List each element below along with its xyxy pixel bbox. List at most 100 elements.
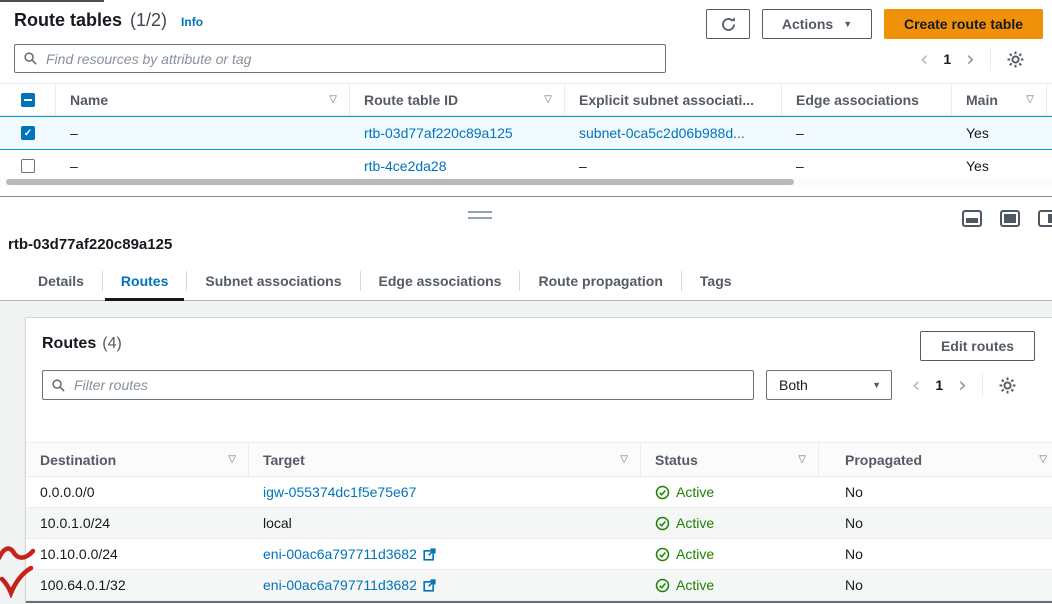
status-active-icon [655, 485, 670, 500]
current-page-number: 1 [935, 377, 943, 393]
destination-value: 10.10.0.0/24 [40, 546, 118, 562]
caret-down-icon: ▼ [843, 19, 852, 29]
routes-filter-input[interactable] [72, 376, 745, 394]
tab-tags[interactable]: Tags [682, 261, 750, 300]
actions-button[interactable]: Actions ▼ [762, 9, 872, 39]
tab-route-propagation[interactable]: Route propagation [520, 261, 680, 300]
edge-value: – [796, 125, 804, 141]
search-icon [51, 378, 66, 393]
routes-pagination: ‹ 1 › [912, 372, 1017, 398]
route-scope-select[interactable]: Both ▼ [766, 370, 892, 400]
status-active-icon [655, 578, 670, 593]
table-pagination: ‹ 1 › [920, 46, 1025, 72]
edit-routes-label: Edit routes [941, 338, 1014, 354]
route-table-id-link[interactable]: rtb-4ce2da28 [364, 158, 447, 174]
target-value: local [263, 515, 292, 531]
page-count: (1/2) [130, 10, 167, 31]
subnet-value: – [579, 158, 587, 174]
sort-icon[interactable]: ▽ [329, 94, 349, 105]
status-active-icon [655, 516, 670, 531]
col-target: Target [263, 452, 305, 468]
status-value: Active [676, 577, 714, 593]
sort-icon[interactable]: ▽ [1026, 94, 1046, 105]
resource-search-input[interactable] [44, 50, 657, 68]
chevron-right-icon[interactable]: › [958, 375, 966, 395]
propagated-value: No [845, 546, 863, 562]
target-link[interactable]: igw-055374dc1f5e75e67 [263, 484, 416, 500]
tab-edge-associations[interactable]: Edge associations [361, 261, 520, 300]
main-value: Yes [966, 125, 989, 141]
chevron-left-icon[interactable]: ‹ [920, 49, 928, 69]
target-link[interactable]: eni-00ac6a797711d3682 [263, 577, 417, 593]
routes-title: Routes [42, 335, 96, 353]
status-value: Active [676, 515, 714, 531]
tab-subnet-associations[interactable]: Subnet associations [187, 261, 359, 300]
sort-icon[interactable]: ▽ [228, 454, 248, 465]
row-checkbox[interactable]: ✓ [21, 126, 35, 140]
create-route-table-button[interactable]: Create route table [884, 9, 1043, 39]
create-route-table-label: Create route table [904, 16, 1023, 32]
edit-routes-button[interactable]: Edit routes [920, 331, 1035, 361]
row-checkbox[interactable] [21, 159, 35, 173]
gear-icon [998, 376, 1017, 395]
split-panel-resize-handle[interactable] [468, 211, 492, 219]
select-all-checkbox[interactable] [21, 93, 35, 107]
name-value: – [70, 125, 78, 141]
chevron-right-icon[interactable]: › [966, 49, 974, 69]
external-link-icon[interactable] [423, 579, 436, 592]
scrollbar-thumb[interactable] [6, 179, 794, 185]
panel-position-right-icon[interactable] [1038, 210, 1052, 227]
tab-details[interactable]: Details [20, 261, 102, 300]
refresh-icon [720, 16, 737, 33]
table-settings-button[interactable] [1006, 50, 1025, 69]
col-explicit-subnet: Explicit subnet associati... [579, 92, 754, 108]
search-icon [23, 51, 38, 66]
routes-count: (4) [102, 335, 122, 353]
divider [990, 47, 991, 71]
propagated-value: No [845, 484, 863, 500]
routes-filter-box [42, 370, 754, 400]
routes-card: Routes (4) Edit routes Both ▼ ‹ 1 › [25, 317, 1052, 604]
table-row: 0.0.0.0/0 igw-055374dc1f5e75e67 Active N… [26, 477, 1052, 508]
table-row[interactable]: ✓ – rtb-03d77af220c89a125 subnet-0ca5c2d… [0, 116, 1052, 150]
panel-position-full-icon[interactable] [1000, 210, 1020, 227]
destination-value: 0.0.0.0/0 [40, 484, 95, 500]
destination-value: 10.0.1.0/24 [40, 515, 110, 531]
col-propagated: Propagated [845, 452, 922, 468]
route-tables-page: Route tables (1/2) Info Actions ▼ Create… [0, 0, 1052, 604]
horizontal-scrollbar [0, 177, 1052, 187]
col-edge-associations: Edge associations [796, 92, 919, 108]
window-edge-artifact [0, 0, 104, 2]
routes-table: Destination▽ Target▽ Status▽ Propagated▽… [26, 442, 1052, 604]
route-table-id-link[interactable]: rtb-03d77af220c89a125 [364, 125, 513, 141]
col-route-table-id: Route table ID [364, 92, 458, 108]
table-row: 10.0.1.0/24 local Active No [26, 508, 1052, 539]
panel-position-bottom-icon[interactable] [962, 210, 982, 227]
page-header: Route tables (1/2) Info [14, 10, 203, 31]
routes-settings-button[interactable] [998, 376, 1017, 395]
sort-icon[interactable]: ▽ [544, 94, 564, 105]
sort-icon[interactable]: ▽ [620, 454, 640, 465]
split-panel-border [0, 196, 1052, 197]
col-main: Main [966, 92, 998, 108]
name-value: – [70, 158, 78, 174]
sort-icon[interactable]: ▽ [798, 454, 818, 465]
status-active-icon [655, 547, 670, 562]
page-title: Route tables [14, 10, 122, 31]
sort-icon[interactable]: ▽ [1039, 454, 1052, 465]
status-value: Active [676, 546, 714, 562]
target-link[interactable]: eni-00ac6a797711d3682 [263, 546, 417, 562]
table-row: 100.64.0.1/32 eni-00ac6a797711d3682 Acti… [26, 570, 1052, 601]
divider [982, 373, 983, 397]
info-link[interactable]: Info [181, 15, 203, 29]
status-value: Active [676, 484, 714, 500]
external-link-icon[interactable] [423, 548, 436, 561]
refresh-button[interactable] [706, 9, 750, 39]
tab-routes[interactable]: Routes [103, 261, 186, 300]
edge-value: – [796, 158, 804, 174]
subnet-association-link[interactable]: subnet-0ca5c2d06b988d... [579, 125, 745, 141]
destination-value: 100.64.0.1/32 [40, 577, 126, 593]
detail-panel-title: rtb-03d77af220c89a125 [8, 236, 172, 253]
route-tables-table: Name▽ Route table ID▽ Explicit subnet as… [0, 83, 1052, 183]
chevron-left-icon[interactable]: ‹ [912, 375, 920, 395]
